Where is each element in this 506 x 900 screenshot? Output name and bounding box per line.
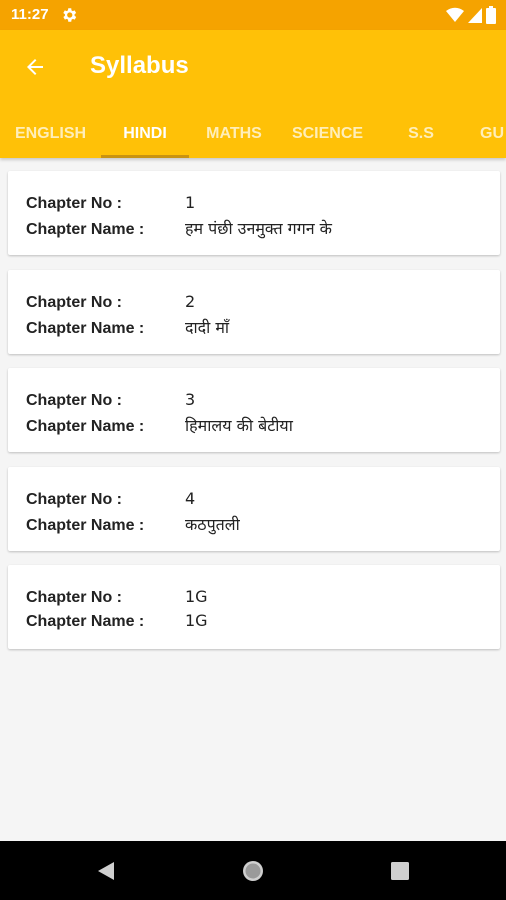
chapter-card[interactable]: Chapter No : 1G Chapter Name : 1G <box>8 565 500 649</box>
chapter-name-value: दादी माँ <box>185 317 230 337</box>
chapter-name-value: कठपुतली <box>185 514 240 534</box>
chapter-no-label: Chapter No : <box>26 490 122 508</box>
chapter-name-row: Chapter Name : दादी माँ <box>26 316 229 338</box>
chapter-card[interactable]: Chapter No : 2 Chapter Name : दादी माँ <box>8 269 500 354</box>
chapter-name-label: Chapter Name : <box>26 319 145 337</box>
chapter-name-value: हम पंछी उनमुक्त गगन के <box>185 219 332 238</box>
wifi-icon <box>446 7 464 23</box>
chapter-no-row: Chapter No : 4 <box>26 489 195 509</box>
tab-science[interactable]: SCIENCE <box>279 110 376 158</box>
chapter-no-row: Chapter No : 1 <box>26 193 195 213</box>
battery-icon <box>486 6 496 24</box>
settings-gear-icon <box>63 8 77 22</box>
back-button[interactable] <box>18 50 52 84</box>
tab-english[interactable]: ENGLISH <box>0 110 101 158</box>
page-title: Syllabus <box>90 52 189 79</box>
system-nav-bar <box>0 841 506 900</box>
tab-indicator <box>101 155 189 158</box>
chapter-no-row: Chapter No : 3 <box>26 390 195 410</box>
status-time: 11:27 <box>11 6 49 23</box>
chapter-name-value: हिमालय की बेटीया <box>185 416 293 435</box>
chapter-list: Chapter No : 1 Chapter Name : हम पंछी उनमु… <box>8 171 500 664</box>
chapter-name-label: Chapter Name : <box>26 221 145 238</box>
chapter-no-value: 1 <box>185 193 196 212</box>
chapter-no-label: Chapter No : <box>26 293 122 311</box>
chapter-name-row: Chapter Name : कठपुतली <box>26 513 240 535</box>
chapter-no-value: 4 <box>185 488 196 508</box>
signal-icon <box>468 8 482 23</box>
chapter-name-row: Chapter Name : हिमालय की बेटीया <box>26 414 293 436</box>
tab-maths[interactable]: MATHS <box>189 110 279 158</box>
subject-tabs: ENGLISH HINDI MATHS SCIENCE S.S GU <box>0 110 506 158</box>
nav-recents-icon[interactable] <box>388 859 412 883</box>
chapter-name-label: Chapter Name : <box>26 418 145 435</box>
chapter-no-row: Chapter No : 1G <box>26 587 208 607</box>
nav-home-icon[interactable] <box>241 859 265 883</box>
chapter-no-row: Chapter No : 2 <box>26 292 195 312</box>
app-bar: Syllabus ENGLISH HINDI MATHS SCIENCE S.S… <box>0 30 506 158</box>
status-icons <box>446 6 496 24</box>
chapter-card[interactable]: Chapter No : 1 Chapter Name : हम पंछी उनमु… <box>8 171 500 255</box>
chapter-no-label: Chapter No : <box>26 392 122 409</box>
tab-hindi[interactable]: HINDI <box>101 110 189 158</box>
chapter-name-label: Chapter Name : <box>26 516 145 534</box>
tab-gujarati[interactable]: GU <box>466 110 506 158</box>
chapter-name-row: Chapter Name : 1G <box>26 611 208 631</box>
chapter-no-label: Chapter No : <box>26 589 122 606</box>
status-bar: 11:27 <box>0 0 506 30</box>
chapter-card[interactable]: Chapter No : 4 Chapter Name : कठपुतली <box>8 466 500 551</box>
chapter-name-row: Chapter Name : हम पंछी उनमुक्त गगन के <box>26 217 332 239</box>
nav-back-icon[interactable] <box>94 859 118 883</box>
chapter-name-value: 1G <box>185 611 208 630</box>
chapter-no-value: 2 <box>185 291 196 311</box>
chapter-name-label: Chapter Name : <box>26 613 145 630</box>
back-arrow-icon <box>27 59 43 75</box>
tab-ss[interactable]: S.S <box>376 110 466 158</box>
chapter-card[interactable]: Chapter No : 3 Chapter Name : हिमालय की बे… <box>8 368 500 452</box>
chapter-no-value: 1G <box>185 587 208 606</box>
chapter-no-value: 3 <box>185 390 196 409</box>
chapter-no-label: Chapter No : <box>26 195 122 212</box>
